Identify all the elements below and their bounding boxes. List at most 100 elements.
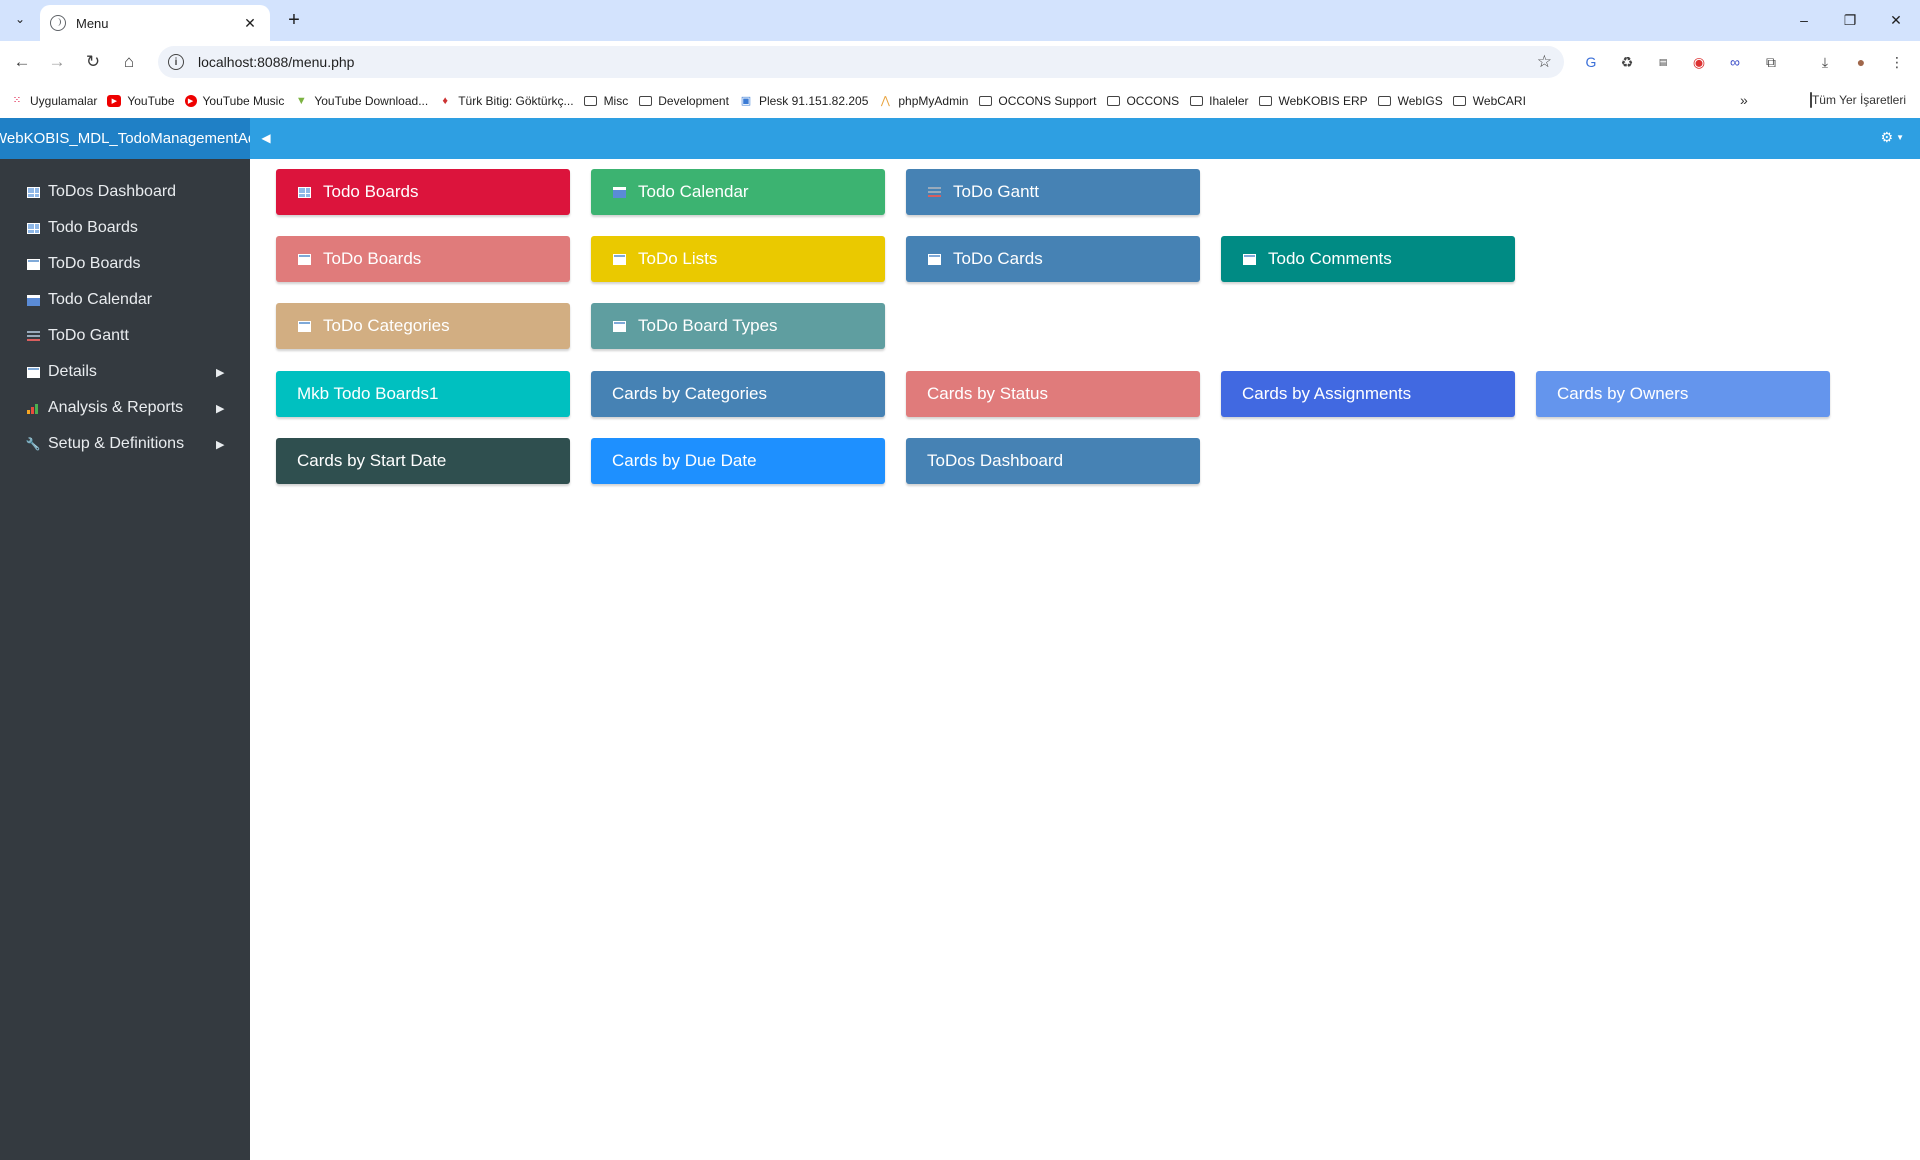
tile-todo-boards-table[interactable]: ToDo Boards	[276, 236, 570, 282]
url-text[interactable]: localhost:8088/menu.php	[198, 54, 1537, 70]
tile-cards-by-status[interactable]: Cards by Status	[906, 371, 1200, 417]
sidebar-item-todos-dashboard[interactable]: ToDos Dashboard	[0, 174, 250, 210]
address-bar[interactable]: i localhost:8088/menu.php ☆	[158, 46, 1564, 78]
tile-mkb-todo-boards1[interactable]: Mkb Todo Boards1	[276, 371, 570, 417]
bookmark-star-icon[interactable]: ☆	[1537, 52, 1552, 72]
recycle-icon[interactable]: ♻	[1616, 51, 1638, 73]
bookmark-item[interactable]: ▣ Plesk 91.151.82.205	[739, 94, 869, 108]
tile-todo-comments[interactable]: Todo Comments	[1221, 236, 1515, 282]
bookmarks-overflow-button[interactable]: »	[1740, 92, 1748, 108]
bookmark-item[interactable]: Development	[638, 94, 729, 108]
youtube-music-icon: ▶	[184, 94, 197, 107]
close-tab-icon[interactable]: ✕	[240, 13, 260, 33]
tile-label: Cards by Status	[927, 384, 1048, 403]
tile-label: ToDo Boards	[323, 249, 422, 268]
chrome-menu-icon[interactable]: ⋮	[1886, 51, 1908, 73]
phpmyadmin-icon: ⋀	[880, 95, 890, 107]
all-bookmarks-button[interactable]: Tüm Yer İşaretleri	[1809, 92, 1906, 108]
tile-label: Todo Boards	[323, 182, 419, 201]
sidebar-item-details[interactable]: Details ▶	[0, 354, 250, 390]
bookmark-item[interactable]: WebKOBIS ERP	[1258, 94, 1368, 108]
tile-todo-categories[interactable]: ToDo Categories	[276, 303, 570, 349]
settings-dropdown[interactable]: ⚙ ▼	[1881, 129, 1904, 146]
tab-search-chevron-icon[interactable]: ⌄	[8, 7, 32, 31]
browser-tab-active[interactable]: Menu ✕	[40, 5, 270, 41]
sidebar-item-todo-gantt[interactable]: ToDo Gantt	[0, 318, 250, 354]
bookmark-item[interactable]: ⋀ phpMyAdmin	[878, 94, 969, 108]
reload-icon[interactable]: ↻	[80, 49, 106, 75]
table-icon	[26, 366, 40, 378]
html-extension-icon[interactable]: ▤	[1652, 51, 1674, 73]
site-info-icon[interactable]: i	[168, 54, 184, 70]
bookmarks-bar: ⁙ Uygulamalar ▶ YouTube ▶ YouTube Music ▼ Yo…	[0, 83, 1920, 118]
minimize-icon[interactable]: –	[1784, 6, 1824, 34]
tile-todo-boards[interactable]: Todo Boards	[276, 169, 570, 215]
tile-cards-by-owners[interactable]: Cards by Owners	[1536, 371, 1830, 417]
download-arrow-icon: ▼	[295, 94, 307, 107]
sidebar-item-setup-definitions[interactable]: 🔧 Setup & Definitions ▶	[0, 426, 250, 462]
bookmark-item[interactable]: WebIGS	[1378, 94, 1443, 108]
extensions-puzzle-icon[interactable]: ⧉	[1760, 51, 1782, 73]
tile-cards-by-assignments[interactable]: Cards by Assignments	[1221, 371, 1515, 417]
translate-icon[interactable]: G	[1580, 51, 1602, 73]
tile-todos-dashboard[interactable]: ToDos Dashboard	[906, 438, 1200, 484]
sidebar-item-label: Todo Boards	[48, 219, 138, 236]
wrench-icon: 🔧	[25, 437, 41, 451]
tab-title: Menu	[76, 15, 109, 31]
folder-icon	[1106, 95, 1120, 107]
tile-label: ToDo Cards	[953, 249, 1043, 268]
tile-label: Todo Comments	[1268, 249, 1392, 268]
sidebar-item-todo-calendar[interactable]: Todo Calendar	[0, 282, 250, 318]
tile-cards-by-start-date[interactable]: Cards by Start Date	[276, 438, 570, 484]
grid-icon	[26, 222, 40, 234]
sidebar-item-todo-boards[interactable]: Todo Boards	[0, 210, 250, 246]
forward-icon[interactable]: →	[44, 49, 70, 75]
gantt-icon	[927, 186, 941, 198]
color-picker-icon[interactable]: ◉	[1688, 51, 1710, 73]
tile-todo-lists[interactable]: ToDo Lists	[591, 236, 885, 282]
tile-cards-by-due-date[interactable]: Cards by Due Date	[591, 438, 885, 484]
link-extension-icon[interactable]: ∞	[1724, 51, 1746, 73]
window-close-icon[interactable]: ✕	[1876, 6, 1916, 34]
tile-cards-by-categories[interactable]: Cards by Categories	[591, 371, 885, 417]
sidebar-item-label: ToDo Boards	[48, 255, 141, 272]
grid-icon	[26, 186, 40, 198]
table-icon	[1242, 253, 1256, 265]
gantt-icon	[26, 330, 40, 342]
tile-todo-calendar[interactable]: Todo Calendar	[591, 169, 885, 215]
sidebar-item-analysis-reports[interactable]: Analysis & Reports ▶	[0, 390, 250, 426]
bookmark-item[interactable]: OCCONS Support	[978, 94, 1096, 108]
caret-right-icon: ▶	[216, 402, 225, 415]
bookmark-item[interactable]: ▶ YouTube	[107, 94, 175, 108]
bookmark-item[interactable]: OCCONS	[1106, 94, 1179, 108]
folder-icon	[1378, 95, 1392, 107]
tile-todo-cards[interactable]: ToDo Cards	[906, 236, 1200, 282]
bookmark-item[interactable]: Ihaleler	[1189, 94, 1248, 108]
bookmark-item[interactable]: Misc	[584, 94, 628, 108]
bookmark-item[interactable]: ▶ YouTube Music	[184, 94, 284, 108]
back-icon[interactable]: ←	[9, 49, 35, 75]
tile-todo-board-types[interactable]: ToDo Board Types	[591, 303, 885, 349]
home-icon[interactable]: ⌂	[116, 49, 142, 75]
sidebar-collapse-icon[interactable]: ◀	[258, 130, 274, 146]
tile-label: ToDo Board Types	[638, 316, 778, 335]
all-bookmarks-label: Tüm Yer İşaretleri	[1811, 93, 1906, 107]
app-brand[interactable]: WebKOBIS_MDL_TodoManagementAdmin	[0, 118, 250, 159]
tile-label: Todo Calendar	[638, 182, 749, 201]
apps-grid-icon: ⁙	[12, 95, 22, 106]
table-icon	[612, 320, 626, 332]
bookmark-item[interactable]: ⁙ Uygulamalar	[10, 94, 98, 108]
sidebar-item-label: Todo Calendar	[48, 291, 153, 308]
bookmark-item[interactable]: ♦ Türk Bitig: Göktürkç...	[438, 94, 573, 108]
sidebar-item-todo-boards-table[interactable]: ToDo Boards	[0, 246, 250, 282]
downloads-icon[interactable]: ⤓	[1814, 51, 1836, 73]
table-icon	[927, 253, 941, 265]
calendar-icon	[26, 294, 40, 306]
restore-icon[interactable]: ❐	[1830, 6, 1870, 34]
profile-avatar[interactable]: ●	[1850, 51, 1872, 73]
tile-todo-gantt[interactable]: ToDo Gantt	[906, 169, 1200, 215]
bookmark-item[interactable]: WebCARI	[1453, 94, 1526, 108]
folder-icon	[638, 95, 652, 107]
new-tab-icon[interactable]: +	[282, 8, 306, 32]
bookmark-item[interactable]: ▼ YouTube Download...	[294, 94, 428, 108]
